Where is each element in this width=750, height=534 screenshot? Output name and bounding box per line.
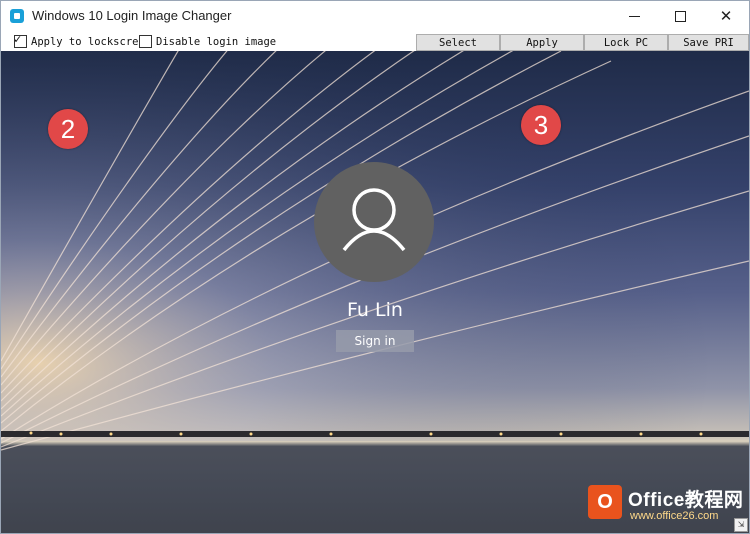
step-2-marker: 2 — [48, 109, 88, 149]
resize-grip-icon[interactable]: ⇲ — [734, 518, 748, 532]
maximize-button[interactable] — [657, 1, 703, 32]
app-icon — [10, 9, 24, 23]
user-name: Fu Lin — [347, 299, 403, 321]
apply-to-lockscreen-label: Apply to lockscreen — [31, 35, 138, 48]
user-avatar — [314, 162, 434, 282]
step-3-marker: 3 — [521, 105, 561, 145]
login-preview-image: 2 3 Fu Lin Sign in — [1, 51, 749, 533]
office-logo-icon: O — [588, 485, 622, 519]
close-button[interactable]: ✕ — [703, 1, 749, 32]
disable-login-image-label: Disable login image — [156, 35, 277, 48]
title-bar: Windows 10 Login Image Changer ✕ — [1, 1, 749, 32]
watermark: O Office教程网 www.office26.com — [588, 485, 748, 531]
apply-button[interactable]: Apply — [500, 34, 584, 51]
sign-in-button[interactable]: Sign in — [336, 330, 414, 352]
user-icon — [342, 188, 406, 252]
disable-login-image-checkbox[interactable]: Disable login image — [139, 35, 276, 48]
maximize-icon — [674, 11, 686, 22]
select-button[interactable]: Select — [416, 34, 500, 51]
checkmark-icon: ✓ — [14, 35, 22, 46]
apply-to-lockscreen-checkbox[interactable]: ✓ Apply to lockscreen — [14, 35, 138, 48]
window-title: Windows 10 Login Image Changer — [32, 8, 232, 23]
toolbar: ✓ Apply to lockscreen Disable login imag… — [1, 32, 749, 51]
star-trail-background — [1, 51, 749, 451]
watermark-title: Office教程网 — [628, 490, 744, 511]
watermark-subtitle: www.office26.com — [630, 510, 719, 522]
minimize-button[interactable] — [611, 1, 657, 32]
checkbox-box[interactable] — [139, 35, 152, 48]
minimize-icon — [628, 16, 640, 17]
save-pri-button[interactable]: Save PRI — [668, 34, 749, 51]
app-window: Windows 10 Login Image Changer ✕ ✓ Apply… — [0, 0, 750, 534]
close-icon: ✕ — [719, 7, 733, 25]
checkbox-box[interactable]: ✓ — [14, 35, 27, 48]
lock-pc-button[interactable]: Lock PC — [584, 34, 668, 51]
